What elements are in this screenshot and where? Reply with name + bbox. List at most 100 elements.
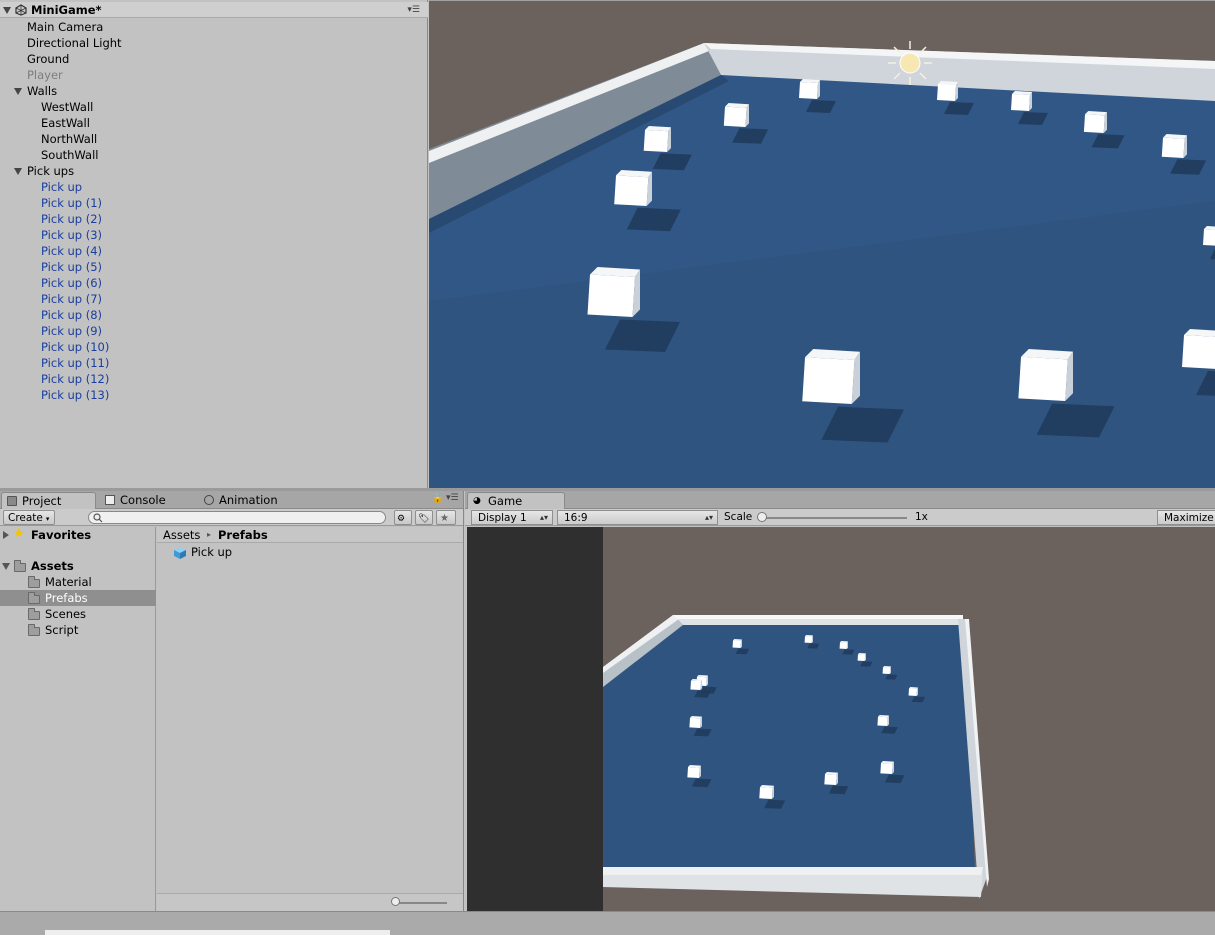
scene-view[interactable] bbox=[429, 0, 1215, 488]
hierarchy-item[interactable]: Pick ups bbox=[0, 163, 428, 179]
hierarchy-item[interactable]: SouthWall bbox=[0, 147, 428, 163]
hierarchy-item[interactable]: Pick up (7) bbox=[0, 291, 428, 307]
hierarchy-item-label: NorthWall bbox=[41, 132, 98, 146]
scale-slider-thumb[interactable] bbox=[757, 512, 767, 522]
hierarchy-item[interactable]: Pick up (3) bbox=[0, 227, 428, 243]
hierarchy-item[interactable]: Pick up (12) bbox=[0, 371, 428, 387]
hierarchy-item[interactable]: Pick up (9) bbox=[0, 323, 428, 339]
lock-icon[interactable]: 🔒 bbox=[432, 494, 443, 504]
tab-project-label: Project bbox=[22, 494, 62, 508]
favorite-search-button[interactable]: ★ bbox=[436, 510, 456, 525]
expand-triangle-icon[interactable] bbox=[14, 168, 22, 175]
display-dropdown[interactable]: Display 1 ▴▾ bbox=[471, 510, 553, 525]
create-label: Create bbox=[8, 512, 43, 524]
hierarchy-item[interactable]: Pick up (10) bbox=[0, 339, 428, 355]
hierarchy-item-label: SouthWall bbox=[41, 148, 99, 162]
hierarchy-item[interactable]: Main Camera bbox=[0, 19, 428, 35]
asset-item-pick-up[interactable]: Pick up bbox=[173, 544, 373, 560]
game-toolbar: Display 1 ▴▾ 16:9 ▴▾ Scale 1x Maximize O… bbox=[465, 509, 1215, 526]
hierarchy-item[interactable]: Pick up (8) bbox=[0, 307, 428, 323]
tab-console[interactable]: Console bbox=[100, 492, 198, 509]
expand-triangle-icon[interactable] bbox=[14, 88, 22, 95]
hierarchy-item-label: Walls bbox=[27, 84, 58, 98]
folder-item-label: Material bbox=[45, 575, 92, 589]
panel-menu-icon[interactable]: ▾☰ bbox=[446, 493, 459, 503]
collapse-triangle-icon[interactable] bbox=[3, 531, 9, 539]
hierarchy-item-label: Pick up (11) bbox=[41, 356, 110, 370]
folder-icon bbox=[28, 608, 40, 620]
hierarchy-item-label: Pick up (8) bbox=[41, 308, 103, 322]
expand-triangle-icon[interactable] bbox=[3, 7, 11, 14]
scale-value: 1x bbox=[915, 511, 928, 523]
display-label: Display 1 bbox=[478, 512, 527, 524]
scale-slider-track[interactable] bbox=[761, 517, 907, 519]
tab-game[interactable]: ◕ Game bbox=[467, 492, 565, 509]
folder-item[interactable]: Scenes bbox=[0, 606, 156, 622]
assets-label: Assets bbox=[31, 559, 74, 573]
hierarchy-menu-icon[interactable]: ▾☰ bbox=[407, 2, 420, 18]
hierarchy-item[interactable]: Pick up bbox=[0, 179, 428, 195]
folder-item[interactable]: Prefabs bbox=[0, 590, 156, 606]
project-tabbar: Project Console Animation 🔒 ▾☰ bbox=[0, 491, 463, 509]
breadcrumb-prefabs[interactable]: Prefabs bbox=[218, 527, 268, 543]
icon-size-slider-track[interactable] bbox=[393, 902, 447, 904]
hierarchy-item-label: Pick up (7) bbox=[41, 292, 103, 306]
search-input[interactable] bbox=[88, 511, 386, 524]
folder-item[interactable]: Material bbox=[0, 574, 156, 590]
icon-size-bar bbox=[157, 893, 463, 911]
hierarchy-item-label: Pick up (6) bbox=[41, 276, 103, 290]
filter-by-type-button[interactable]: ⚙ bbox=[394, 510, 412, 525]
scene-render bbox=[429, 1, 1215, 488]
icon-size-slider-thumb[interactable] bbox=[391, 897, 400, 906]
favorites-row[interactable]: ★ Favorites bbox=[0, 526, 156, 543]
hierarchy-item[interactable]: Directional Light bbox=[0, 35, 428, 51]
tag-icon: 🏷 bbox=[418, 514, 430, 524]
game-panel: ◕ Game Display 1 ▴▾ 16:9 ▴▾ Scale 1x Max… bbox=[465, 491, 1215, 911]
hierarchy-item-label: Pick up (10) bbox=[41, 340, 110, 354]
tab-project[interactable]: Project bbox=[1, 492, 96, 509]
create-button[interactable]: Create ▾ bbox=[3, 510, 55, 525]
hierarchy-item-label: Pick up (9) bbox=[41, 324, 103, 338]
expand-triangle-icon[interactable] bbox=[2, 563, 10, 570]
hierarchy-item[interactable]: Pick up (5) bbox=[0, 259, 428, 275]
hierarchy-panel: MiniGame* ▾☰ Main Camera Directional Ligh… bbox=[0, 0, 428, 488]
folder-icon bbox=[28, 592, 40, 604]
folder-item[interactable]: Script bbox=[0, 622, 156, 638]
hierarchy-item[interactable]: Pick up (11) bbox=[0, 355, 428, 371]
scale-label: Scale bbox=[724, 511, 753, 523]
hierarchy-item[interactable]: Ground bbox=[0, 51, 428, 67]
folder-icon bbox=[14, 560, 26, 572]
favorites-star-icon: ★ bbox=[13, 526, 25, 541]
hierarchy-item[interactable]: WestWall bbox=[0, 99, 428, 115]
hierarchy-item[interactable]: Pick up (6) bbox=[0, 275, 428, 291]
assets-row[interactable]: Assets bbox=[0, 558, 156, 574]
hierarchy-item[interactable]: Pick up (2) bbox=[0, 211, 428, 227]
dropdown-arrows-icon: ▴▾ bbox=[539, 513, 548, 522]
filter-by-label-button[interactable]: 🏷 bbox=[415, 510, 433, 525]
folder-icon bbox=[7, 496, 17, 506]
maximize-label: Maximize On Play bbox=[1164, 512, 1215, 524]
project-folder-tree: ★ Favorites Assets Material Prefabs Scenes… bbox=[0, 526, 156, 911]
hierarchy-item[interactable]: Pick up (4) bbox=[0, 243, 428, 259]
aspect-dropdown[interactable]: 16:9 ▴▾ bbox=[557, 510, 718, 525]
maximize-on-play-toggle[interactable]: Maximize On Play bbox=[1157, 510, 1215, 525]
tab-game-label: Game bbox=[488, 494, 523, 508]
hierarchy-item-label: Pick up bbox=[41, 180, 83, 194]
hierarchy-item-label: Pick up (3) bbox=[41, 228, 103, 242]
hierarchy-item[interactable]: Walls bbox=[0, 83, 428, 99]
breadcrumb-assets[interactable]: Assets bbox=[163, 527, 200, 543]
game-view[interactable] bbox=[467, 527, 1215, 911]
scene-header-row[interactable]: MiniGame* ▾☰ bbox=[0, 2, 428, 18]
hierarchy-item-label: Main Camera bbox=[27, 20, 104, 34]
asset-item-label: Pick up bbox=[191, 545, 233, 559]
hierarchy-item-label: Pick ups bbox=[27, 164, 75, 178]
tab-console-label: Console bbox=[120, 493, 166, 507]
hierarchy-item[interactable]: Pick up (13) bbox=[0, 387, 428, 403]
clock-icon bbox=[204, 495, 214, 505]
hierarchy-item[interactable]: Pick up (1) bbox=[0, 195, 428, 211]
pacman-icon: ◕ bbox=[473, 496, 481, 506]
hierarchy-item[interactable]: EastWall bbox=[0, 115, 428, 131]
hierarchy-item[interactable]: NorthWall bbox=[0, 131, 428, 147]
hierarchy-item[interactable]: Player bbox=[0, 67, 428, 83]
tab-animation[interactable]: Animation bbox=[199, 492, 299, 509]
